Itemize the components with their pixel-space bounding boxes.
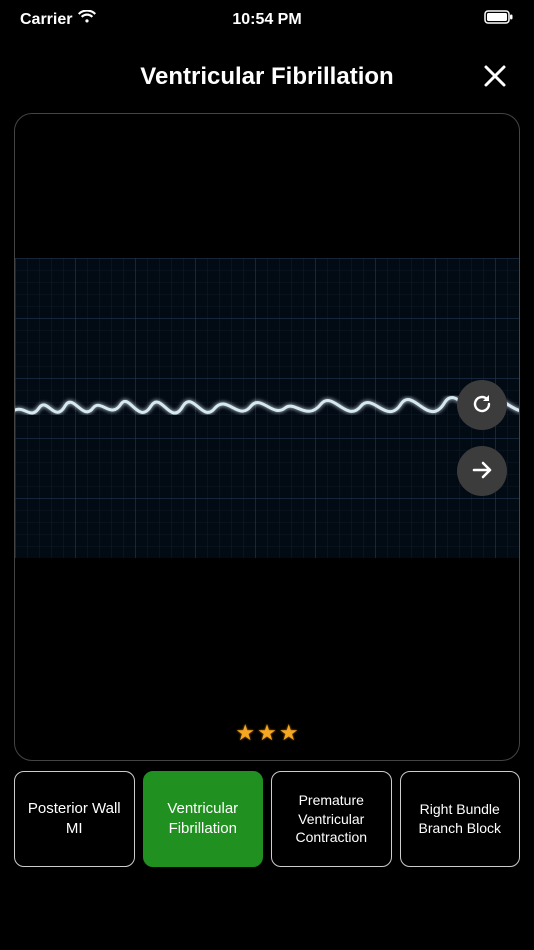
answer-label: Posterior Wall MI	[21, 799, 128, 840]
reload-button[interactable]	[457, 380, 507, 430]
ecg-monitor	[15, 258, 519, 558]
star-icon: ★	[235, 720, 255, 746]
answer-option-2[interactable]: Premature Ventricular Contraction	[271, 771, 392, 867]
close-button[interactable]	[478, 59, 512, 96]
answer-option-1[interactable]: Ventricular Fibrillation	[143, 771, 264, 867]
answer-label: Premature Ventricular Contraction	[278, 791, 385, 848]
ecg-waveform	[15, 258, 520, 558]
status-bar: Carrier 10:54 PM	[0, 0, 534, 35]
clock: 10:54 PM	[232, 11, 301, 29]
next-button[interactable]	[457, 446, 507, 496]
header: Ventricular Fibrillation	[0, 35, 534, 109]
reload-icon	[470, 392, 494, 419]
answer-option-3[interactable]: Right Bundle Branch Block	[400, 771, 521, 867]
carrier-label: Carrier	[20, 11, 72, 29]
answer-row: Posterior Wall MI Ventricular Fibrillati…	[0, 771, 534, 881]
answer-option-0[interactable]: Posterior Wall MI	[14, 771, 135, 867]
star-icon: ★	[257, 720, 277, 746]
page-title: Ventricular Fibrillation	[140, 63, 393, 91]
answer-label: Right Bundle Branch Block	[407, 800, 514, 838]
arrow-right-icon	[469, 457, 495, 486]
wifi-icon	[78, 10, 96, 29]
star-icon: ★	[279, 720, 299, 746]
status-left: Carrier	[20, 10, 96, 29]
answer-label: Ventricular Fibrillation	[150, 799, 257, 840]
close-icon	[482, 77, 508, 92]
ecg-card: ★ ★ ★	[14, 113, 520, 761]
status-right	[484, 10, 514, 29]
battery-icon	[484, 10, 514, 29]
rating-stars: ★ ★ ★	[235, 720, 298, 746]
